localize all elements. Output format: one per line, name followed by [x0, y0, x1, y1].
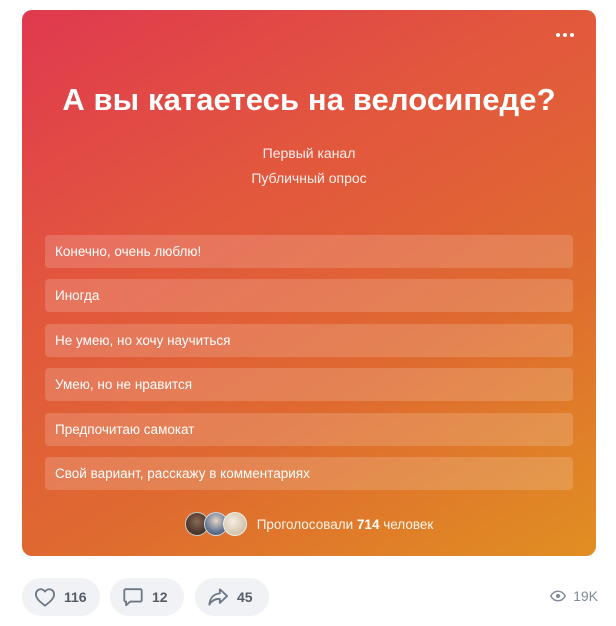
poll-option[interactable]: Предпочитаю самокат — [45, 412, 573, 446]
shares-count: 45 — [237, 589, 253, 605]
more-dots-icon[interactable] — [554, 24, 576, 46]
voter-avatars — [184, 512, 247, 536]
poll-author[interactable]: Первый канал — [22, 145, 596, 161]
poll-card: А вы катаетесь на велосипеде? Первый кан… — [22, 10, 596, 556]
poll-option[interactable]: Иногда — [45, 279, 573, 313]
poll-options: Конечно, очень люблю! Иногда Не умею, но… — [45, 235, 573, 501]
poll-title: А вы катаетесь на велосипеде? — [62, 82, 556, 117]
likes-count: 116 — [64, 589, 87, 605]
poll-option[interactable]: Умею, но не нравится — [45, 368, 573, 402]
like-button[interactable]: 116 — [22, 578, 100, 616]
poll-option[interactable]: Конечно, очень люблю! — [45, 235, 573, 268]
poll-type: Публичный опрос — [251, 170, 367, 186]
voters-suffix: человек — [383, 516, 434, 532]
eye-icon — [550, 590, 567, 602]
voters-text: Проголосовали 714 человек — [257, 517, 434, 532]
comments-count: 12 — [152, 589, 168, 605]
views-counter: 19K — [550, 588, 598, 604]
voters-summary[interactable]: Проголосовали 714 человек — [22, 512, 596, 536]
voters-prefix: Проголосовали — [256, 516, 354, 532]
comment-button[interactable]: 12 — [110, 578, 184, 616]
share-arrow-icon — [208, 588, 228, 606]
poll-option[interactable]: Свой вариант, расскажу в комментариях — [45, 456, 573, 490]
views-count: 19K — [573, 588, 598, 604]
post-actions: 116 12 45 19K — [0, 578, 616, 616]
avatar — [222, 512, 247, 536]
comment-icon — [123, 588, 143, 607]
heart-icon — [35, 588, 55, 607]
voters-count: 714 — [356, 516, 380, 532]
poll-option[interactable]: Не умею, но хочу научиться — [45, 323, 573, 357]
share-button[interactable]: 45 — [195, 578, 269, 616]
